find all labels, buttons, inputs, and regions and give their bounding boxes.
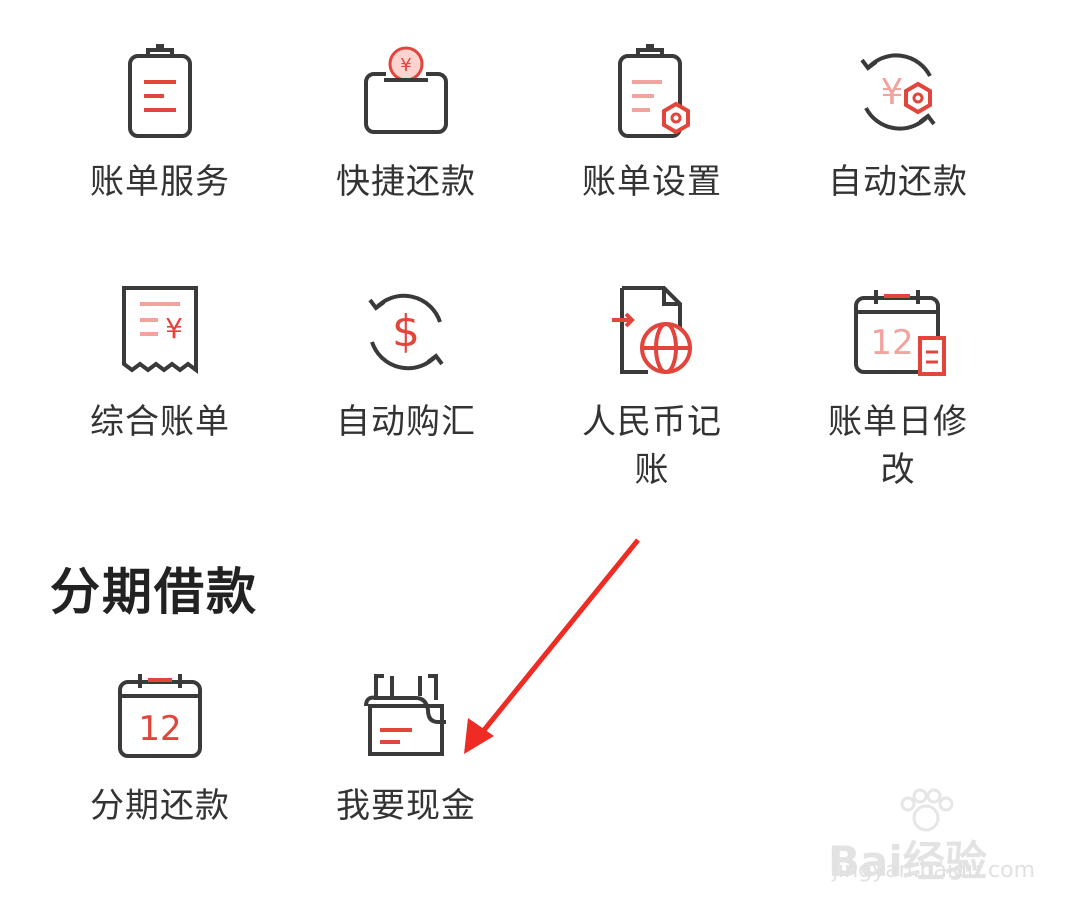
red-arrow-annotation [464, 538, 640, 754]
baidu-watermark: Bai经验 jingyan.baidu.com [828, 788, 1068, 888]
watermark-url: jingyan.baidu.com [832, 858, 1036, 883]
